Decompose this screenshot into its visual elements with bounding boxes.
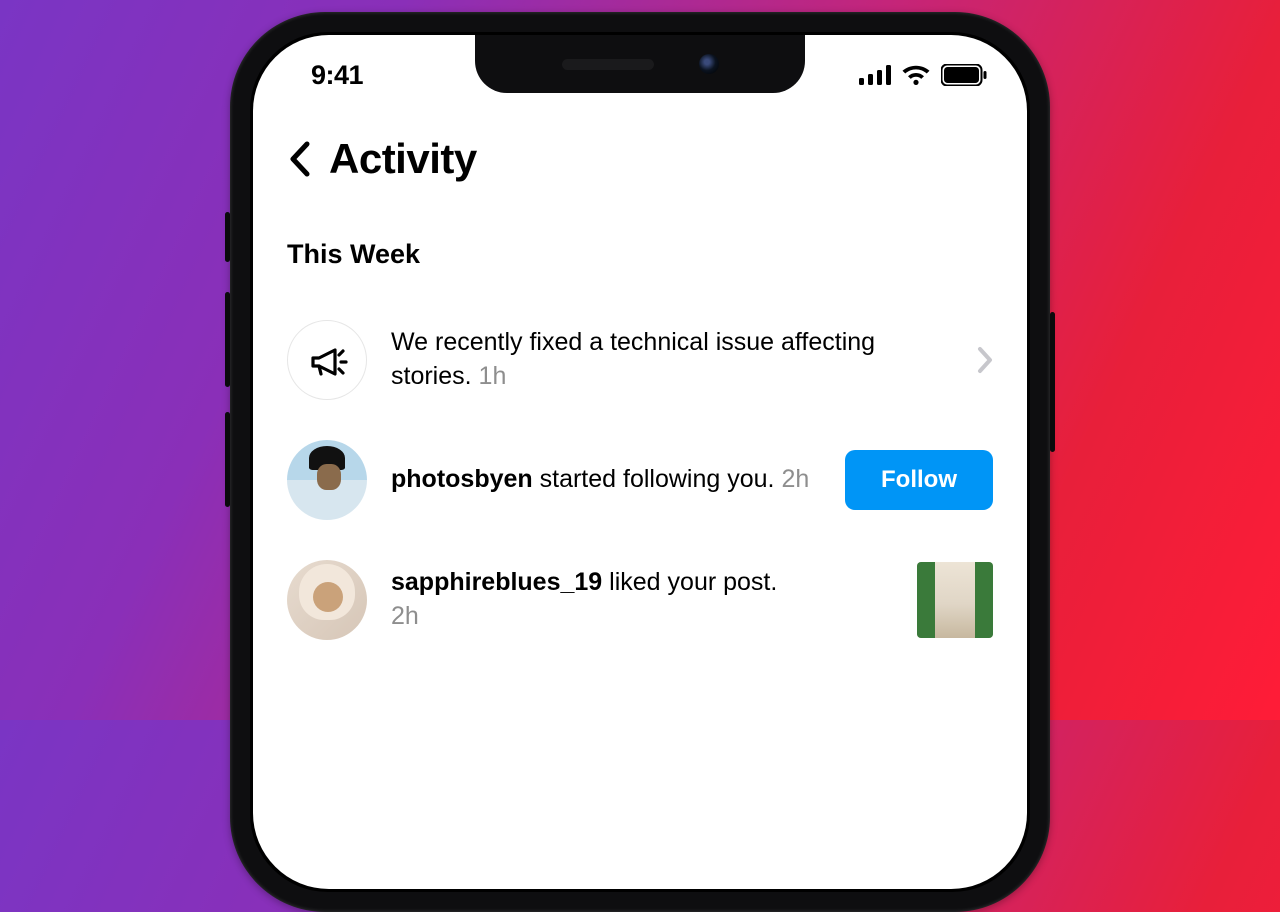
phone-volume-up-button: [225, 292, 230, 387]
announcement-time: 1h: [479, 362, 507, 390]
username[interactable]: photosbyen: [391, 465, 533, 493]
like-action: liked your post.: [609, 568, 777, 596]
follow-button[interactable]: Follow: [845, 450, 993, 510]
status-icons: [859, 64, 987, 86]
post-thumbnail[interactable]: [917, 562, 993, 638]
phone-side-button: [225, 212, 230, 262]
phone-screen: 9:41: [253, 35, 1027, 889]
section-header: This Week: [287, 239, 993, 270]
page-title: Activity: [329, 135, 477, 183]
battery-icon: [941, 64, 987, 86]
announcement-message: We recently fixed a technical issue affe…: [391, 328, 875, 390]
like-time: 2h: [391, 602, 419, 630]
back-chevron-icon[interactable]: [287, 141, 311, 177]
follow-action: started following you.: [540, 465, 775, 493]
status-time: 9:41: [311, 60, 363, 91]
avatar[interactable]: [287, 440, 367, 520]
announcement-row[interactable]: We recently fixed a technical issue affe…: [287, 300, 993, 420]
like-row[interactable]: sapphireblues_19 liked your post. 2h: [287, 540, 993, 660]
phone-frame: 9:41: [230, 12, 1050, 912]
follow-time: 2h: [781, 465, 809, 493]
announcement-text: We recently fixed a technical issue affe…: [391, 326, 953, 394]
like-text: sapphireblues_19 liked your post. 2h: [391, 566, 893, 634]
wifi-icon: [901, 64, 931, 86]
avatar[interactable]: [287, 560, 367, 640]
nav-header: Activity: [287, 135, 993, 191]
phone-volume-down-button: [225, 412, 230, 507]
cellular-signal-icon: [859, 65, 891, 85]
megaphone-icon: [287, 320, 367, 400]
follow-text: photosbyen started following you. 2h: [391, 463, 821, 497]
phone-power-button: [1050, 312, 1055, 452]
username[interactable]: sapphireblues_19: [391, 568, 602, 596]
chevron-right-icon: [977, 346, 993, 374]
status-bar: 9:41: [253, 35, 1027, 115]
follow-row[interactable]: photosbyen started following you. 2h Fol…: [287, 420, 993, 540]
